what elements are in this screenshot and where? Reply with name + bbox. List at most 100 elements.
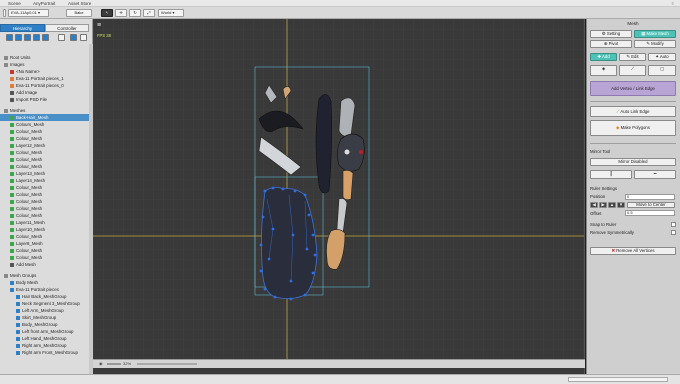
rotate-tool-icon[interactable]: ↻ [129,9,141,17]
mesh-item[interactable]: Layer10_Mesh [0,226,89,233]
mesh-item[interactable]: Colour_Mesh [0,205,89,212]
scale-tool-icon[interactable]: ⤢ [143,9,155,17]
meshes-header[interactable]: Meshes [0,107,89,114]
mesh-group-child-item[interactable]: Left front arm_MeshGroup [0,328,89,335]
pivot-button[interactable]: ⊕ Pivot [590,40,632,48]
mesh-group-child-item[interactable]: Left Hand_MeshGroup [0,335,89,342]
image-item[interactable]: <No Name> [0,68,89,75]
sort-icon[interactable] [70,34,77,41]
mesh-item[interactable]: Layer11_Mesh [0,219,89,226]
import-psd-item[interactable]: Import PSD File [0,96,89,103]
window-menu-icon[interactable]: ≡ [672,1,674,6]
remove-all-vertices-button[interactable]: ✖ Remove All Vertices [590,247,676,255]
mesh-item[interactable]: Colour_Mesh [0,128,89,135]
tab-controller[interactable]: Controller [45,24,89,32]
filter-root-icon[interactable] [6,34,13,41]
remove-symmetrically-checkbox[interactable] [671,230,676,235]
status-scroll[interactable] [568,377,668,382]
mesh-item[interactable]: Layer12_Mesh [0,142,89,149]
toggle-icon[interactable] [3,9,6,17]
edge-tool-icon[interactable]: ⟋ [619,65,646,76]
item-icon [10,185,14,190]
arrow-left-icon[interactable]: ◀ [590,202,598,208]
mesh-item[interactable]: Colour_Mesh [0,233,89,240]
polygon-tool-icon[interactable]: ▢ [648,65,676,76]
eye-icon[interactable]: ◉ [99,361,103,366]
mesh-item[interactable]: Colour_Mesh [0,254,89,261]
arrow-down-icon[interactable]: ▼ [617,202,625,208]
vertex-tool-icon[interactable]: ◈ [590,65,617,76]
tab-asset-store[interactable]: Asset Store [68,1,91,6]
mirror-vertical-icon[interactable]: ┃ [590,170,632,179]
mesh-group-child-item[interactable]: Right arm Front_MeshGroup [0,349,89,356]
auto-mode-button[interactable]: ✦ Auto [648,53,676,61]
add-vertex-link-edge-button[interactable]: Add Vertex / Link Edge [590,81,676,96]
filter-group-icon[interactable] [33,34,40,41]
mesh-item[interactable]: Colour_Mesh [0,198,89,205]
gear-icon[interactable] [51,9,52,17]
mirror-disabled-button[interactable]: Mirror Disabled [590,158,676,166]
mesh-item[interactable]: Colour_Mesh [0,191,89,198]
make-polygons-button[interactable]: ◆ Make Polygons [590,120,676,136]
arrow-right-icon[interactable]: ▶ [599,202,607,208]
tab-anyportrait[interactable]: AnyPortrait [33,1,55,6]
auto-link-edge-button[interactable]: ⟋ Auto Link Edge [590,106,676,117]
mesh-item[interactable]: Colour_Mesh [0,156,89,163]
make-mesh-button[interactable]: ▦ Make Mesh [634,30,676,38]
mesh-item[interactable]: Colour_Mesh [0,163,89,170]
item-label: Eva-11 Portrait pieces_1 [16,76,64,81]
portrait-file-dropdown[interactable]: EVA-11Ap0.01 ▾ [8,9,49,17]
mesh-item[interactable]: Colour_Mesh [0,135,89,142]
move-to-center-button[interactable]: Move to Center [627,202,675,208]
mesh-item[interactable]: Colour_Mesh [0,149,89,156]
filter-mesh-icon[interactable] [24,34,31,41]
arrow-up-icon[interactable]: ▲ [608,202,616,208]
pivot-label: Pivot [608,41,619,46]
mesh-groups-header[interactable]: Mesh Groups [0,272,89,279]
timeline-scroll[interactable] [137,363,197,365]
mesh-item[interactable]: Layer13_Mesh [0,170,89,177]
menu-icon[interactable] [80,34,87,41]
mesh-group-child-item[interactable]: Right arm_MeshGroup [0,342,89,349]
select-tool-icon[interactable]: ↖ [101,9,113,17]
setting-button[interactable]: ⚙ Setting [590,30,632,38]
mesh-item[interactable]: Colour_Mesh [0,247,89,254]
modify-button[interactable]: ✎ Modify [634,40,676,48]
mesh-item[interactable]: Layer8_Mesh [0,240,89,247]
add-mode-button[interactable]: ✚ Add [590,53,617,61]
image-item[interactable]: Eva-11 Portrait pieces_0 [0,82,89,89]
bake-button[interactable]: Bake [66,9,92,17]
image-item[interactable]: Eva-11 Portrait pieces_1 [0,75,89,82]
mesh-item[interactable]: Layer14_Mesh [0,177,89,184]
editor-viewport[interactable]: ≡ FPS 38 [93,19,585,374]
zoom-slider[interactable] [107,363,121,365]
mesh-group-child-item[interactable]: Hair Back_MeshGroup [0,293,89,300]
snap-to-ruler-checkbox[interactable] [671,222,676,227]
mesh-group-child-item[interactable]: Body_MeshGroup [0,321,89,328]
tab-hierarchy[interactable]: Hierarchy [0,24,45,32]
visibility-icon[interactable] [58,34,65,41]
images-header[interactable]: Images [0,61,89,68]
filter-image-icon[interactable] [15,34,22,41]
viewport-menu-icon[interactable]: ≡ [97,22,105,31]
mesh-item[interactable]: Colours_Mesh [0,121,89,128]
mirror-horizontal-icon[interactable]: ━ [634,170,676,179]
add-mesh-item[interactable]: Add Mesh [0,261,89,268]
offset-input[interactable]: 0.5 [625,210,675,216]
move-tool-icon[interactable]: ✛ [115,9,127,17]
mesh-group-child-item[interactable]: Skirt_MeshGroup [0,314,89,321]
mesh-group-child-item[interactable]: Neck Segment 3_MeshGroup [0,300,89,307]
mesh-item[interactable]: Colour_Mesh [0,184,89,191]
tab-scene[interactable]: Scene [8,1,21,6]
mesh-group-item[interactable]: Body Mesh [0,279,89,286]
space-dropdown[interactable]: World ▾ [158,9,184,17]
position-input[interactable]: 0 [625,194,675,200]
edit-mode-button[interactable]: ✎ Edit [619,53,646,61]
root-units-header[interactable]: Root Units [0,54,89,61]
mesh-item[interactable]: Colour_Mesh [0,212,89,219]
add-image-item[interactable]: Add Image [0,89,89,96]
filter-face-icon[interactable] [42,34,49,41]
mesh-group-item[interactable]: Eva-11 Portrait pieces [0,286,89,293]
mesh-group-child-item[interactable]: Left Arm_MeshGroup [0,307,89,314]
mesh-item-selected[interactable]: Back-Hair_Mesh [0,114,89,121]
